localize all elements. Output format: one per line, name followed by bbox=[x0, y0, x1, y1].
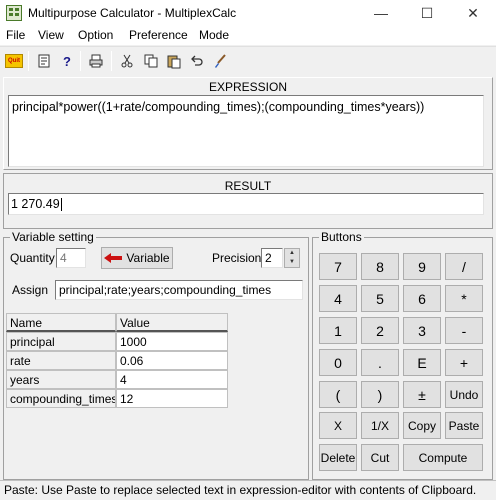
minimize-button[interactable]: — bbox=[358, 0, 404, 26]
quantity-field[interactable]: 4 bbox=[56, 248, 86, 268]
menu-option[interactable]: Option bbox=[78, 28, 113, 42]
table-row[interactable]: years 4 bbox=[6, 370, 228, 389]
key-plus[interactable]: + bbox=[445, 349, 483, 376]
window-title: Multipurpose Calculator - MultiplexCalc bbox=[28, 6, 237, 20]
quit-icon[interactable]: Quit bbox=[3, 50, 25, 72]
toolbar-separator bbox=[80, 51, 81, 71]
key-2[interactable]: 2 bbox=[361, 317, 399, 344]
column-header-value[interactable]: Value bbox=[116, 313, 228, 332]
key-3[interactable]: 3 bbox=[403, 317, 441, 344]
buttons-title: Buttons bbox=[319, 230, 364, 244]
undo-icon[interactable] bbox=[186, 50, 208, 72]
assign-field[interactable]: principal;rate;years;compounding_times bbox=[55, 280, 303, 300]
key-7[interactable]: 7 bbox=[319, 253, 357, 280]
document-icon[interactable] bbox=[33, 50, 55, 72]
spin-up-icon[interactable]: ▲ bbox=[285, 249, 299, 258]
key-6[interactable]: 6 bbox=[403, 285, 441, 312]
title-bar: Multipurpose Calculator - MultiplexCalc … bbox=[0, 0, 496, 26]
row-name: rate bbox=[6, 351, 116, 370]
table-header-row: Name Value bbox=[6, 313, 228, 332]
key-plus-minus[interactable]: ± bbox=[403, 381, 441, 408]
key-reciprocal[interactable]: 1/X bbox=[361, 412, 399, 439]
row-value[interactable]: 12 bbox=[116, 389, 228, 408]
row-value[interactable]: 1000 bbox=[116, 332, 228, 351]
key-8[interactable]: 8 bbox=[361, 253, 399, 280]
precision-field[interactable]: 2 bbox=[261, 248, 283, 268]
row-name: years bbox=[6, 370, 116, 389]
row-value[interactable]: 4 bbox=[116, 370, 228, 389]
paste-icon[interactable] bbox=[163, 50, 185, 72]
key-multiply[interactable]: * bbox=[445, 285, 483, 312]
table-row[interactable]: rate 0.06 bbox=[6, 351, 228, 370]
assign-label: Assign bbox=[12, 283, 49, 297]
precision-spinner[interactable]: ▲ ▼ bbox=[284, 248, 300, 268]
copy-button[interactable]: Copy bbox=[403, 412, 441, 439]
key-open-paren[interactable]: ( bbox=[319, 381, 357, 408]
key-4[interactable]: 4 bbox=[319, 285, 357, 312]
result-field[interactable]: 1 270.49 bbox=[8, 193, 484, 215]
paste-button[interactable]: Paste bbox=[445, 412, 483, 439]
quit-label: Quit bbox=[5, 54, 23, 68]
key-minus[interactable]: - bbox=[445, 317, 483, 344]
menu-mode[interactable]: Mode bbox=[199, 28, 229, 42]
delete-button[interactable]: Delete bbox=[319, 444, 357, 471]
menu-view[interactable]: View bbox=[38, 28, 64, 42]
app-icon bbox=[6, 5, 22, 21]
spin-down-icon[interactable]: ▼ bbox=[285, 258, 299, 267]
key-divide[interactable]: / bbox=[445, 253, 483, 280]
table-row[interactable]: compounding_times 12 bbox=[6, 389, 228, 408]
key-x[interactable]: X bbox=[319, 412, 357, 439]
toolbar-separator bbox=[111, 51, 112, 71]
toolbar: Quit ? bbox=[0, 46, 496, 76]
menu-preference[interactable]: Preference bbox=[129, 28, 188, 42]
expression-label: EXPRESSION bbox=[208, 80, 288, 94]
column-header-name[interactable]: Name bbox=[6, 313, 116, 332]
toolbar-separator bbox=[28, 51, 29, 71]
key-exponent[interactable]: E bbox=[403, 349, 441, 376]
menu-file[interactable]: File bbox=[6, 28, 25, 42]
menu-bar: File View Option Preference Mode bbox=[0, 26, 496, 45]
row-value[interactable]: 0.06 bbox=[116, 351, 228, 370]
copy-icon[interactable] bbox=[140, 50, 162, 72]
variable-button-label: Variable bbox=[126, 251, 170, 265]
key-1[interactable]: 1 bbox=[319, 317, 357, 344]
variable-button[interactable]: Variable bbox=[101, 247, 173, 269]
expression-editor[interactable]: principal*power((1+rate/compounding_time… bbox=[8, 95, 484, 167]
cut-button[interactable]: Cut bbox=[361, 444, 399, 471]
maximize-button[interactable]: ☐ bbox=[404, 0, 450, 26]
key-9[interactable]: 9 bbox=[403, 253, 441, 280]
arrow-left-icon bbox=[104, 253, 123, 263]
key-decimal[interactable]: . bbox=[361, 349, 399, 376]
variable-setting-title: Variable setting bbox=[10, 230, 96, 244]
result-label: RESULT bbox=[224, 179, 272, 193]
row-name: principal bbox=[6, 332, 116, 351]
text-cursor bbox=[60, 198, 62, 212]
print-icon[interactable] bbox=[85, 50, 107, 72]
precision-label: Precision bbox=[212, 251, 262, 265]
table-row[interactable]: principal 1000 bbox=[6, 332, 228, 351]
compute-button[interactable]: Compute bbox=[403, 444, 483, 471]
result-value: 1 270.49 bbox=[11, 197, 60, 211]
key-5[interactable]: 5 bbox=[361, 285, 399, 312]
help-icon[interactable]: ? bbox=[56, 50, 78, 72]
close-button[interactable]: ✕ bbox=[450, 0, 496, 26]
key-0[interactable]: 0 bbox=[319, 349, 357, 376]
undo-button[interactable]: Undo bbox=[445, 381, 483, 408]
quantity-label: Quantity bbox=[10, 251, 55, 265]
status-bar: Paste: Use Paste to replace selected tex… bbox=[0, 480, 496, 500]
row-name: compounding_times bbox=[6, 389, 116, 408]
brush-icon[interactable] bbox=[209, 50, 231, 72]
cut-icon[interactable] bbox=[116, 50, 138, 72]
key-close-paren[interactable]: ) bbox=[361, 381, 399, 408]
